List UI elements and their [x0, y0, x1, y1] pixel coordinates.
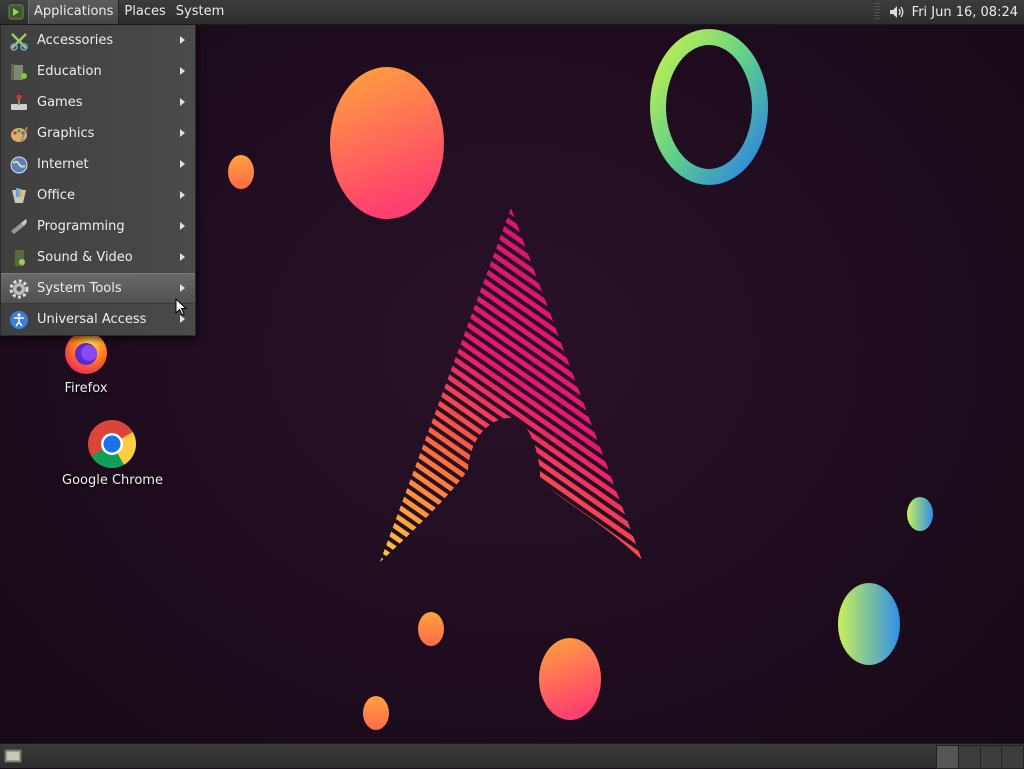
internet-icon	[8, 154, 30, 176]
top-panel: Applications Places System Fri Jun 16, 0…	[0, 0, 1024, 25]
desktop-icon-label: Google Chrome	[62, 473, 163, 488]
sound-video-icon	[8, 247, 30, 269]
panel-drag-handle[interactable]	[873, 3, 880, 21]
submenu-arrow-icon	[180, 36, 185, 44]
universal-access-icon	[8, 309, 30, 331]
menu-item-internet[interactable]: Internet	[1, 149, 195, 180]
panel-right-area: Fri Jun 16, 08:24	[873, 0, 1024, 24]
menu-item-office[interactable]: Office	[1, 180, 195, 211]
menu-item-universal-access[interactable]: Universal Access	[1, 304, 195, 335]
submenu-arrow-icon	[180, 67, 185, 75]
menu-item-programming[interactable]: Programming	[1, 211, 195, 242]
submenu-arrow-icon	[180, 160, 185, 168]
submenu-arrow-icon	[180, 98, 185, 106]
submenu-arrow-icon	[180, 253, 185, 261]
menu-item-label: Accessories	[37, 33, 114, 48]
firefox-icon	[65, 332, 107, 374]
programming-icon	[8, 216, 30, 238]
menu-item-label: Graphics	[37, 126, 95, 141]
menu-item-accessories[interactable]: Accessories	[1, 25, 195, 56]
accessories-icon	[8, 30, 30, 52]
bottom-panel	[0, 743, 1024, 769]
workspace-4[interactable]	[1001, 745, 1024, 769]
menu-item-label: Programming	[37, 219, 125, 234]
menu-item-graphics[interactable]: Graphics	[1, 118, 195, 149]
desktop-icon-label: Firefox	[64, 381, 108, 396]
menu-item-system-tools[interactable]: System Tools	[1, 273, 195, 304]
chrome-icon	[88, 420, 137, 469]
desktop-icon-chrome[interactable]: Google Chrome	[62, 419, 163, 488]
submenu-arrow-icon	[180, 222, 185, 230]
games-icon	[8, 92, 30, 114]
system-tools-icon	[8, 278, 30, 300]
menu-item-label: Education	[37, 64, 102, 79]
education-icon	[8, 61, 30, 83]
submenu-arrow-icon	[180, 191, 185, 199]
show-desktop-icon[interactable]	[3, 747, 23, 765]
applications-dropdown: Accessories Education Games Graphics Int…	[0, 25, 196, 336]
arch-logo	[370, 200, 650, 570]
menu-item-sound-video[interactable]: Sound & Video	[1, 242, 195, 273]
menu-item-label: Office	[37, 188, 75, 203]
submenu-arrow-icon	[180, 284, 185, 292]
workspace-1[interactable]	[936, 745, 960, 769]
menu-item-label: System Tools	[37, 281, 122, 296]
menu-item-education[interactable]: Education	[1, 56, 195, 87]
office-icon	[8, 185, 30, 207]
mouse-cursor-icon	[175, 298, 187, 316]
graphics-icon	[8, 123, 30, 145]
distro-logo-icon[interactable]	[6, 2, 26, 22]
system-menu[interactable]: System	[171, 0, 229, 24]
menu-item-label: Internet	[37, 157, 89, 172]
menu-item-label: Universal Access	[37, 312, 147, 327]
places-menu[interactable]: Places	[119, 0, 170, 24]
menu-item-label: Games	[37, 95, 83, 110]
speaker-icon[interactable]	[886, 1, 908, 23]
submenu-arrow-icon	[180, 129, 185, 137]
clock[interactable]: Fri Jun 16, 08:24	[908, 5, 1024, 20]
menu-item-games[interactable]: Games	[1, 87, 195, 118]
menu-item-label: Sound & Video	[37, 250, 133, 265]
workspace-2[interactable]	[958, 745, 982, 769]
applications-menu[interactable]: Applications	[28, 0, 120, 24]
desktop-icon-firefox[interactable]: Firefox	[62, 329, 110, 396]
